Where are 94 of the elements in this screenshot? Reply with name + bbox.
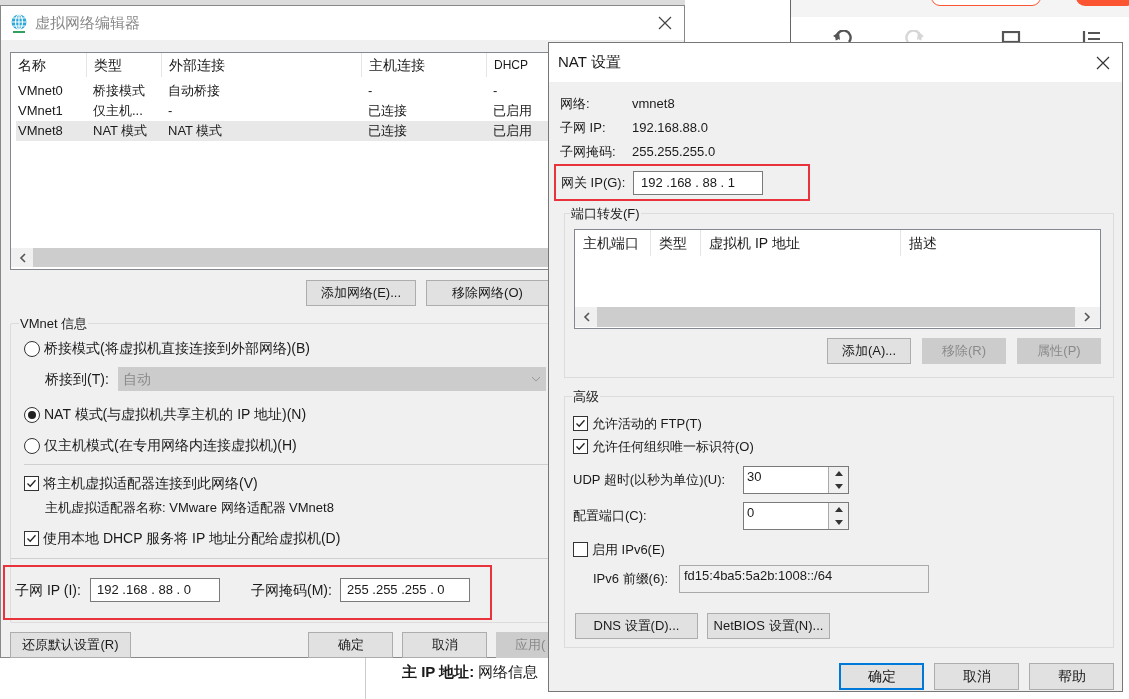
window-title: NAT 设置 [558,52,621,73]
checkbox[interactable] [24,530,39,546]
restore-defaults-button[interactable]: 还原默认设置(R) [10,632,131,658]
undo-icon[interactable] [833,30,853,42]
column-header[interactable]: DHCP [494,56,528,74]
checkbox-label[interactable]: 将主机虚拟适配器连接到此网络(V) [43,473,258,494]
field-label: 桥接到(T): [45,369,110,389]
add-button[interactable]: 添加(A)... [827,338,911,364]
checkbox-label[interactable]: 启用 IPv6(E) [592,539,665,560]
close-icon[interactable] [658,16,672,30]
column-header[interactable]: 外部连接 [169,54,225,76]
ok-button[interactable]: 确定 [839,663,924,690]
down-arrow-icon[interactable] [834,484,843,489]
table-cell: 桥接模式 [93,83,145,99]
up-arrow-icon[interactable] [834,507,843,512]
info-value: 255.255.255.0 [632,143,716,162]
add-network-button[interactable]: 添加网络(E)... [306,280,416,306]
radio-button[interactable] [24,340,40,357]
ipv6-prefix-field[interactable]: fd15:4ba5:5a2b:1008::/64 [679,565,929,593]
list-icon[interactable] [1082,31,1102,42]
table-row[interactable]: VMnet0 桥接模式 自动桥接 - - [16,81,549,101]
scroll-left-icon[interactable] [582,312,590,322]
table-cell: 自动桥接 [168,83,220,99]
info-label: 子网掩码: [560,143,617,162]
table-cell: 已启用 [493,123,532,139]
toolbar-icon[interactable] [1001,31,1021,42]
table-cell: 已连接 [368,103,407,119]
table-row[interactable]: VMnet1 仅主机... - 已连接 已启用 [16,101,549,121]
column-header[interactable]: 名称 [18,54,46,76]
table-cell: - [168,103,173,119]
window-title: 虚拟网络编辑器 [35,12,140,33]
horizontal-scrollbar[interactable] [11,248,549,267]
globe-icon [9,13,29,33]
column-header[interactable]: 类型 [659,232,687,254]
number-spinner[interactable]: 0 [743,502,849,530]
table-cell: VMnet8 [18,123,63,139]
info-label: 网络: [560,95,591,114]
checkbox-label[interactable]: 使用本地 DHCP 服务将 IP 地址分配给虚拟机(D) [43,527,341,549]
dns-settings-button[interactable]: DNS 设置(D)... [575,613,698,639]
table-cell: - [368,83,373,99]
column-header[interactable]: 类型 [94,54,122,76]
table-cell: 已启用 [493,103,532,119]
radio-label[interactable]: 桥接模式(将虚拟机直接连接到外部网络)(B) [44,338,310,359]
field-label: 子网掩码(M): [251,580,333,600]
scroll-right-icon[interactable] [1084,312,1091,322]
field-label: 配置端口(C): [573,507,648,526]
info-value: vmnet8 [632,95,675,114]
remove-network-button[interactable]: 移除网络(O) [425,280,549,306]
table-cell: VMnet1 [18,103,63,119]
field-label: UDP 超时(以秒为单位)(U): [573,471,727,490]
checkbox[interactable] [573,439,588,454]
cancel-button[interactable]: 取消 [934,663,1019,690]
subnet-mask-field[interactable]: 255 .255 .255 . 0 [340,578,470,602]
table-cell: NAT 模式 [168,123,223,139]
radio-button[interactable] [24,437,40,454]
checkbox-label[interactable]: 允许任何组织唯一标识符(O) [592,436,754,457]
gateway-ip-field[interactable]: 192 .168 . 88 . 1 [633,170,763,195]
horizontal-scrollbar[interactable] [575,307,1100,327]
close-icon[interactable] [1096,56,1110,70]
info-value: 192.168.88.0 [632,119,708,138]
table-cell: 已连接 [368,123,407,139]
table-cell: VMnet0 [18,83,63,99]
down-arrow-icon[interactable] [834,520,843,525]
table-cell: NAT 模式 [93,123,148,139]
netbios-settings-button[interactable]: NetBIOS 设置(N)... [707,613,830,639]
cancel-button[interactable]: 取消 [402,632,487,658]
column-header[interactable]: 主机端口 [583,232,639,254]
field-label: 网关 IP(G): [561,173,627,192]
checkbox-label[interactable]: 允许活动的 FTP(T) [592,413,702,434]
chevron-down-icon [531,376,541,382]
radio-label[interactable]: NAT 模式(与虚拟机共享主机的 IP 地址)(N) [44,404,307,425]
subnet-ip-field[interactable]: 192 .168 . 88 . 0 [90,578,220,602]
info-label: 子网 IP: [560,119,607,138]
number-spinner[interactable]: 30 [743,466,849,494]
radio-button[interactable] [24,406,40,423]
scroll-left-icon[interactable] [18,252,26,263]
checkbox[interactable] [24,476,39,491]
field-label: IPv6 前缀(6): [593,570,670,589]
column-header[interactable]: 虚拟机 IP 地址 [709,232,800,254]
checkbox[interactable] [573,542,588,557]
ip-address-note: 主 IP 地址: 网络信息 [402,662,539,682]
table-cell: 仅主机... [93,103,143,119]
ok-button[interactable]: 确定 [308,632,393,658]
up-arrow-icon[interactable] [834,471,843,476]
checkbox[interactable] [573,416,588,431]
group-title: 端口转发(F) [570,204,641,224]
column-header[interactable]: 描述 [909,232,937,254]
table-cell: - [493,83,498,99]
table-row[interactable]: VMnet8 NAT 模式 NAT 模式 已连接 已启用 [16,121,549,141]
field-label: 子网 IP (I): [15,580,82,600]
radio-label[interactable]: 仅主机模式(在专用网络内连接虚拟机)(H) [44,435,297,456]
help-button[interactable]: 帮助 [1029,663,1114,690]
column-header[interactable]: 主机连接 [369,54,425,76]
adapter-name-text: 主机虚拟适配器名称: VMware 网络适配器 VMnet8 [45,499,335,517]
